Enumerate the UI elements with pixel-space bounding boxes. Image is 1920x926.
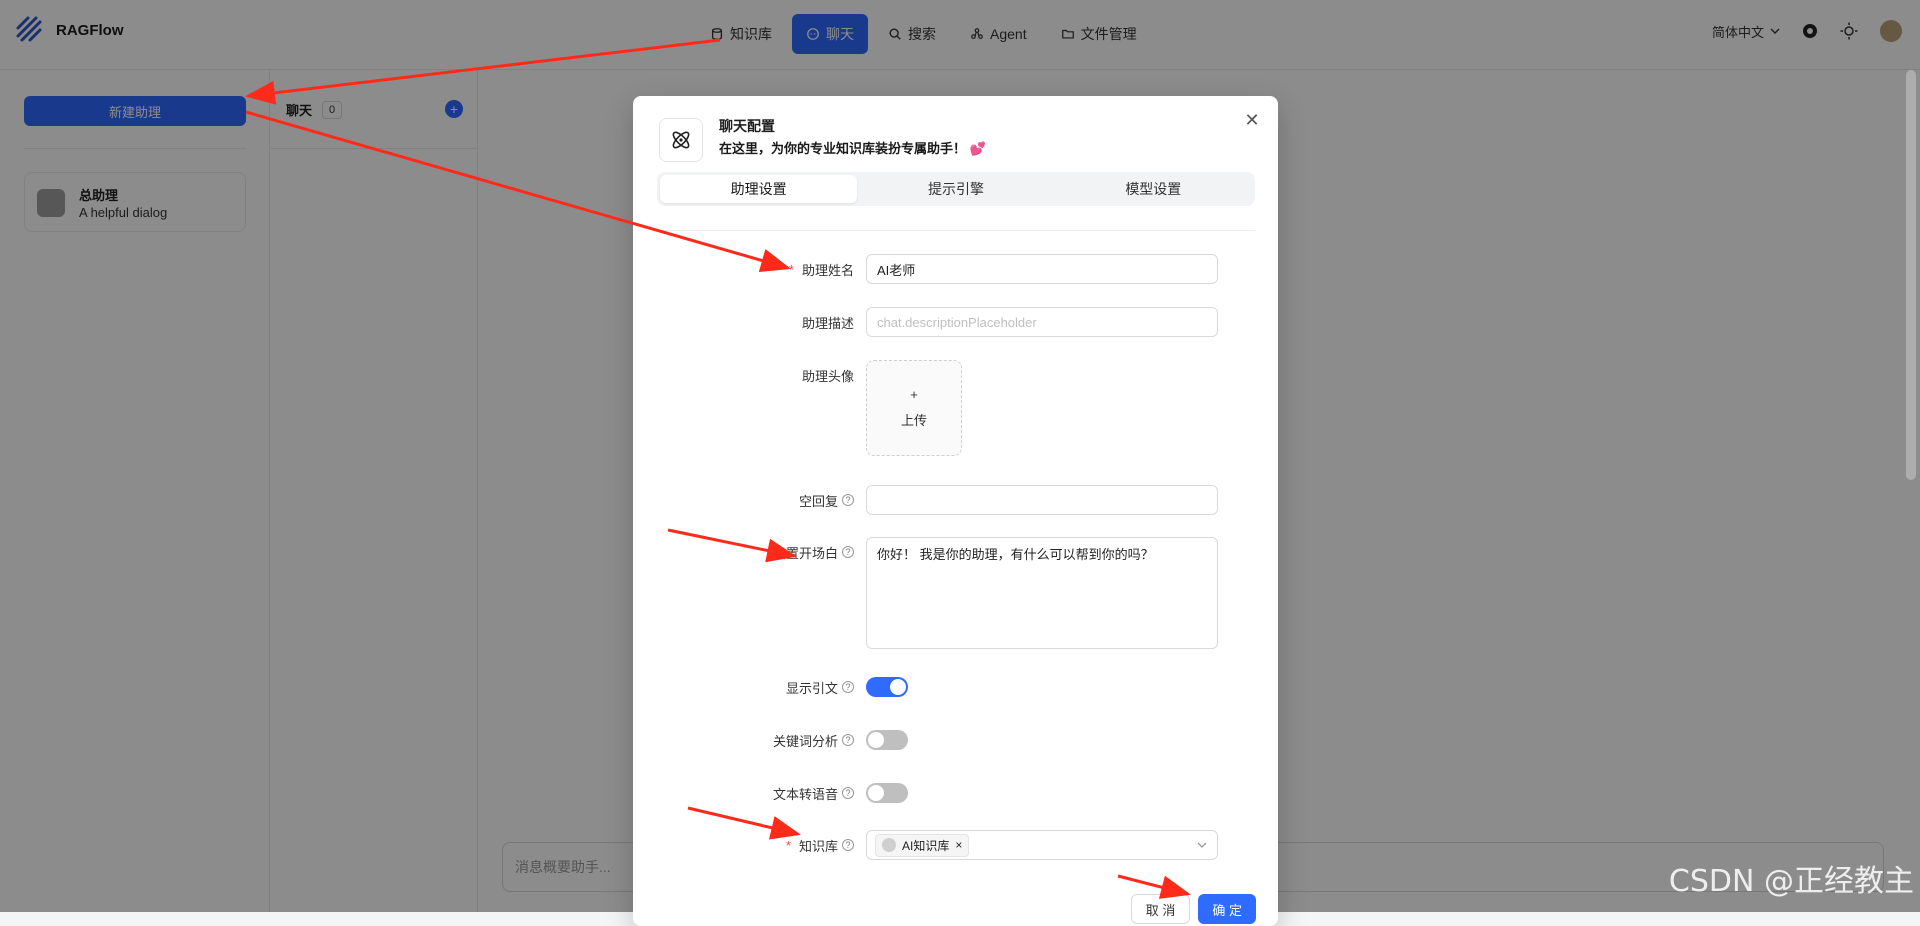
show-quote-label: 显示引文 ? <box>786 672 854 702</box>
knowledge-base-select[interactable]: AI知识库 × <box>866 830 1218 860</box>
knowledge-tag: AI知识库 × <box>875 834 969 857</box>
keyword-switch-wrap <box>866 730 1218 750</box>
modal-footer: 取 消 确 定 <box>1131 894 1256 924</box>
opening-message-label: 设置开场白 ? <box>773 537 854 567</box>
help-icon[interactable]: ? <box>842 494 854 506</box>
keyword-analysis-switch[interactable] <box>866 730 908 750</box>
ok-button[interactable]: 确 定 <box>1198 894 1256 924</box>
empty-reply-label: 空回复 ? <box>799 485 854 515</box>
heart-icon: 💕 <box>970 141 986 156</box>
avatar-upload-button[interactable]: + 上传 <box>866 360 962 456</box>
text-to-speech-switch[interactable] <box>866 783 908 803</box>
keyword-analysis-label: 关键词分析 ? <box>773 725 854 755</box>
upload-label: 上传 <box>901 410 927 429</box>
watermark: CSDN @正经教主 <box>1669 856 1914 900</box>
chat-config-modal: ✕ 聊天配置 在这里，为你的专业知识库装扮专属助手！ 💕 助理设置 提示引擎 模… <box>633 96 1278 926</box>
avatar-upload-wrapper: + 上传 <box>866 360 1218 456</box>
assistant-name-label: * 助理姓名 <box>789 254 854 284</box>
assistant-description-label: 助理描述 <box>802 307 854 337</box>
modal-title: 聊天配置 <box>719 116 775 136</box>
help-icon[interactable]: ? <box>842 681 854 693</box>
tag-remove-icon[interactable]: × <box>955 838 962 852</box>
help-icon[interactable]: ? <box>842 546 854 558</box>
page-scrollbar[interactable] <box>1906 70 1916 480</box>
help-icon[interactable]: ? <box>842 787 854 799</box>
show-quote-switch[interactable] <box>866 677 908 697</box>
modal-subtitle: 在这里，为你的专业知识库装扮专属助手！ 💕 <box>719 138 986 157</box>
opening-message-textarea[interactable]: 你好！ 我是你的助理，有什么可以帮到你的吗？ <box>866 537 1218 649</box>
divider <box>657 230 1255 231</box>
knowledge-base-label: * 知识库 ? <box>786 830 854 860</box>
help-icon[interactable]: ? <box>842 734 854 746</box>
atom-icon <box>659 118 703 162</box>
close-icon[interactable]: ✕ <box>1242 110 1262 130</box>
user-icon <box>882 838 896 852</box>
tts-switch-wrap <box>866 783 1218 803</box>
row-knowledge-base: * 知识库 ? AI知识库 × <box>633 830 1278 860</box>
required-mark: * <box>786 838 791 853</box>
assistant-name-input[interactable]: AI老师 <box>866 254 1218 284</box>
empty-reply-input[interactable] <box>866 485 1218 515</box>
assistant-description-input[interactable]: chat.descriptionPlaceholder <box>866 307 1218 337</box>
show-quote-switch-wrap <box>866 677 1218 697</box>
modal-subtitle-text: 在这里，为你的专业知识库装扮专属助手！ <box>719 141 966 156</box>
cancel-button[interactable]: 取 消 <box>1131 894 1191 924</box>
assistant-avatar-label: 助理头像 <box>802 360 854 390</box>
required-mark: * <box>789 262 794 277</box>
plus-icon: + <box>910 387 918 402</box>
help-icon[interactable]: ? <box>842 839 854 851</box>
tab-model-settings[interactable]: 模型设置 <box>1055 175 1252 203</box>
tab-prompt-engine[interactable]: 提示引擎 <box>857 175 1054 203</box>
chevron-down-icon <box>1197 840 1207 850</box>
text-to-speech-label: 文本转语音 ? <box>773 778 854 808</box>
config-tabs: 助理设置 提示引擎 模型设置 <box>657 172 1255 206</box>
tab-assistant-settings[interactable]: 助理设置 <box>660 175 857 203</box>
